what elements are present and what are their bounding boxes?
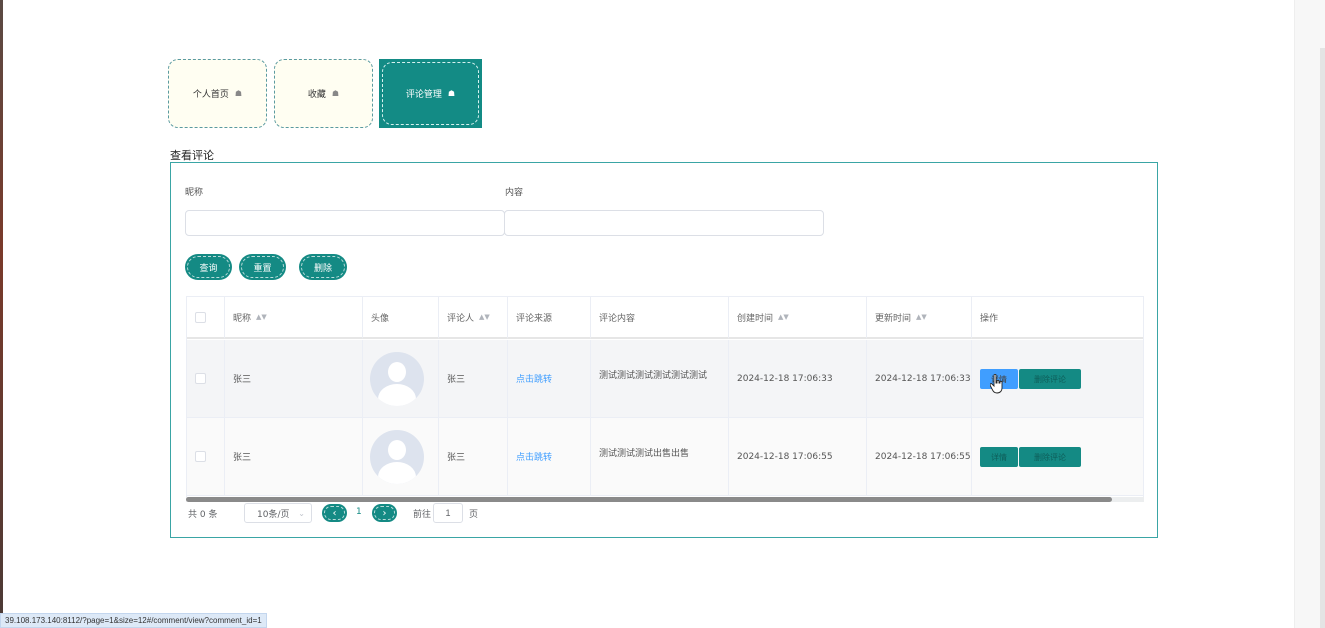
tab-comment-management[interactable]: 评论管理 ☗ [379, 59, 482, 128]
column-label: 评论人 [447, 313, 475, 324]
tab-personal-home[interactable]: 个人首页 ☗ [168, 59, 267, 128]
nickname-input[interactable] [185, 210, 505, 236]
avatar-cell [363, 340, 439, 417]
delete-comment-button[interactable]: 删除评论 [1019, 447, 1081, 467]
nickname-cell: 张三 [225, 340, 363, 417]
commenter-cell: 张三 [439, 340, 508, 417]
commenter-cell: 张三 [439, 418, 508, 495]
column-label: 评论内容 [599, 313, 636, 324]
column-label: 昵称 [233, 313, 252, 324]
column-header-nickname[interactable]: 昵称 ▲▼ [225, 297, 363, 339]
column-header-source: 评论来源 [508, 297, 591, 339]
column-label: 创建时间 [737, 313, 774, 324]
column-header-avatar: 头像 [363, 297, 439, 339]
home-icon: ☗ [331, 89, 340, 98]
column-label: 头像 [371, 313, 390, 324]
next-page-button[interactable]: › [372, 504, 397, 522]
source-cell: 点击跳转 [508, 418, 591, 495]
page-size-value: 10条/页 [257, 509, 290, 520]
current-page-number[interactable]: 1 [356, 507, 362, 517]
source-jump-link[interactable]: 点击跳转 [516, 372, 552, 385]
section-title: 查看评论 [170, 149, 214, 162]
column-label: 评论来源 [516, 313, 553, 324]
actions-cell: 详情 删除评论 [972, 418, 1143, 495]
chevron-left-icon: ‹ [332, 507, 337, 519]
column-label: 操作 [980, 313, 999, 324]
table-horizontal-scrollbar[interactable] [186, 497, 1144, 502]
row-checkbox[interactable] [195, 373, 206, 384]
button-border [301, 256, 345, 278]
column-header-created[interactable]: 创建时间 ▲▼ [729, 297, 867, 339]
home-icon: ☗ [234, 89, 243, 98]
table-row: 张三 张三 点击跳转 测试测试测试出售出售 2024-12-18 17:06:5… [187, 418, 1143, 496]
nickname-cell: 张三 [225, 418, 363, 495]
home-icon: ☗ [447, 89, 456, 98]
button-border [187, 256, 230, 278]
hand-cursor-icon [990, 374, 1003, 394]
sort-icon[interactable]: ▲▼ [778, 313, 789, 321]
row-select-cell [187, 418, 225, 495]
column-header-content: 评论内容 [591, 297, 729, 339]
column-header-actions: 操作 [972, 297, 1143, 339]
prev-page-button[interactable]: ‹ [322, 504, 347, 522]
avatar [370, 351, 424, 406]
scrollbar-thumb[interactable] [186, 497, 1112, 502]
sort-icon[interactable]: ▲▼ [479, 313, 490, 321]
updated-cell: 2024-12-18 17:06:33 [867, 340, 972, 417]
created-cell: 2024-12-18 17:06:33 [729, 340, 867, 417]
source-cell: 点击跳转 [508, 340, 591, 417]
nickname-label: 昵称 [185, 188, 204, 198]
row-select-cell [187, 340, 225, 417]
comment-panel: 昵称 内容 查询 重置 删除 昵称 ▲▼ 头像 评论人 ▲▼ 评论来源 评论内容 [170, 162, 1158, 538]
tab-favorites[interactable]: 收藏 ☗ [274, 59, 373, 128]
page-size-select[interactable]: 10条/页 ⌄ [244, 503, 312, 523]
button-border [241, 256, 284, 278]
reset-button[interactable]: 重置 [239, 254, 286, 280]
row-checkbox[interactable] [195, 451, 206, 462]
chevron-right-icon: › [382, 507, 387, 519]
column-label: 更新时间 [875, 313, 912, 324]
comment-table: 昵称 ▲▼ 头像 评论人 ▲▼ 评论来源 评论内容 创建时间 ▲▼ 更新时间 ▲▼ 操作… [186, 296, 1144, 501]
updated-cell: 2024-12-18 17:06:55 [867, 418, 972, 495]
content-label: 内容 [505, 188, 524, 198]
source-jump-link[interactable]: 点击跳转 [516, 450, 552, 463]
tab-label: 收藏 [307, 90, 326, 100]
total-count: 共 0 条 [188, 510, 218, 520]
delete-button[interactable]: 删除 [299, 254, 347, 280]
pagination: 共 0 条 10条/页 ⌄ ‹ 1 › 前往 页 [188, 503, 488, 523]
query-button[interactable]: 查询 [185, 254, 232, 280]
avatar [370, 429, 424, 484]
status-bar-url: 39.108.173.140:8112/?page=1&size=12#/com… [0, 613, 267, 628]
tab-label: 个人首页 [192, 90, 229, 100]
page-scrollbar[interactable] [1320, 48, 1325, 628]
content-cell: 测试测试测试测试测试测试 [591, 340, 729, 417]
avatar-cell [363, 418, 439, 495]
created-cell: 2024-12-18 17:06:55 [729, 418, 867, 495]
goto-label: 前往 [413, 510, 432, 520]
select-all-checkbox[interactable] [195, 311, 206, 323]
page-unit-label: 页 [469, 510, 479, 520]
window-left-edge [0, 0, 3, 628]
sort-icon[interactable]: ▲▼ [256, 313, 267, 321]
content-cell: 测试测试测试出售出售 [591, 418, 729, 495]
goto-page-input[interactable] [433, 503, 463, 523]
column-header-commenter[interactable]: 评论人 ▲▼ [439, 297, 508, 339]
chevron-down-icon: ⌄ [298, 508, 305, 518]
delete-comment-button[interactable]: 删除评论 [1019, 369, 1081, 389]
tab-label: 评论管理 [405, 90, 442, 100]
header-select-all [187, 297, 225, 339]
sort-icon[interactable]: ▲▼ [916, 313, 927, 321]
view-button[interactable]: 详情 [980, 447, 1018, 467]
content-input[interactable] [504, 210, 824, 236]
column-header-updated[interactable]: 更新时间 ▲▼ [867, 297, 972, 339]
